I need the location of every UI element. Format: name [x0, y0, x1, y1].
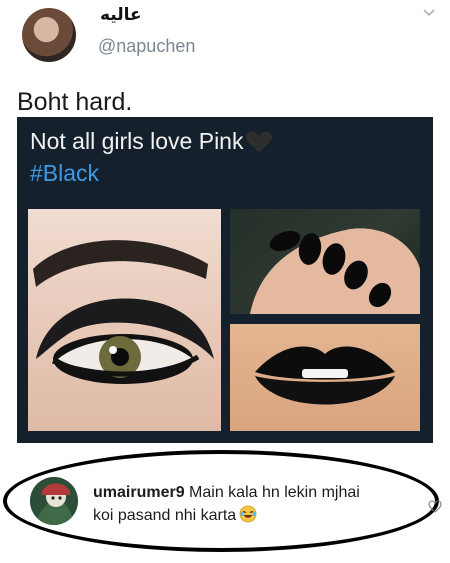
lips-illustration	[255, 346, 395, 405]
nails-illustration	[250, 228, 420, 314]
heart-outline-icon[interactable]	[428, 500, 442, 513]
author-avatar[interactable]	[22, 8, 76, 62]
eye-makeup-photo	[28, 209, 221, 431]
comment-body-1: Main kala hn lekin mjhai	[189, 484, 360, 501]
laughing-emoji-icon	[239, 505, 257, 523]
comment-text-line-1: umairumer9 Main kala hn lekin mjhai	[93, 484, 360, 502]
author-handle[interactable]: @napuchen	[98, 36, 195, 57]
tweet-text: Boht hard.	[17, 88, 133, 116]
comment-body-2: koi pasand nhi karta	[93, 507, 237, 524]
tweet-media-image[interactable]: Not all girls love Pink #Black	[17, 117, 433, 443]
comment-text-line-2: koi pasand nhi karta	[93, 505, 257, 525]
black-heart-icon	[246, 131, 273, 152]
image-caption-line: Not all girls love Pink	[30, 128, 273, 155]
image-title: Not all girls love Pink	[30, 128, 244, 154]
black-nails-photo	[230, 209, 420, 314]
avatar-character-icon	[30, 477, 78, 525]
commenter-avatar[interactable]	[30, 477, 78, 525]
black-lips-photo	[230, 324, 420, 431]
eye-illustration	[33, 240, 214, 384]
comment-username[interactable]: umairumer9	[93, 484, 185, 501]
chevron-down-icon[interactable]	[422, 6, 436, 20]
image-hashtag: #Black	[30, 160, 100, 186]
author-display-name[interactable]: عاليه	[100, 5, 142, 25]
